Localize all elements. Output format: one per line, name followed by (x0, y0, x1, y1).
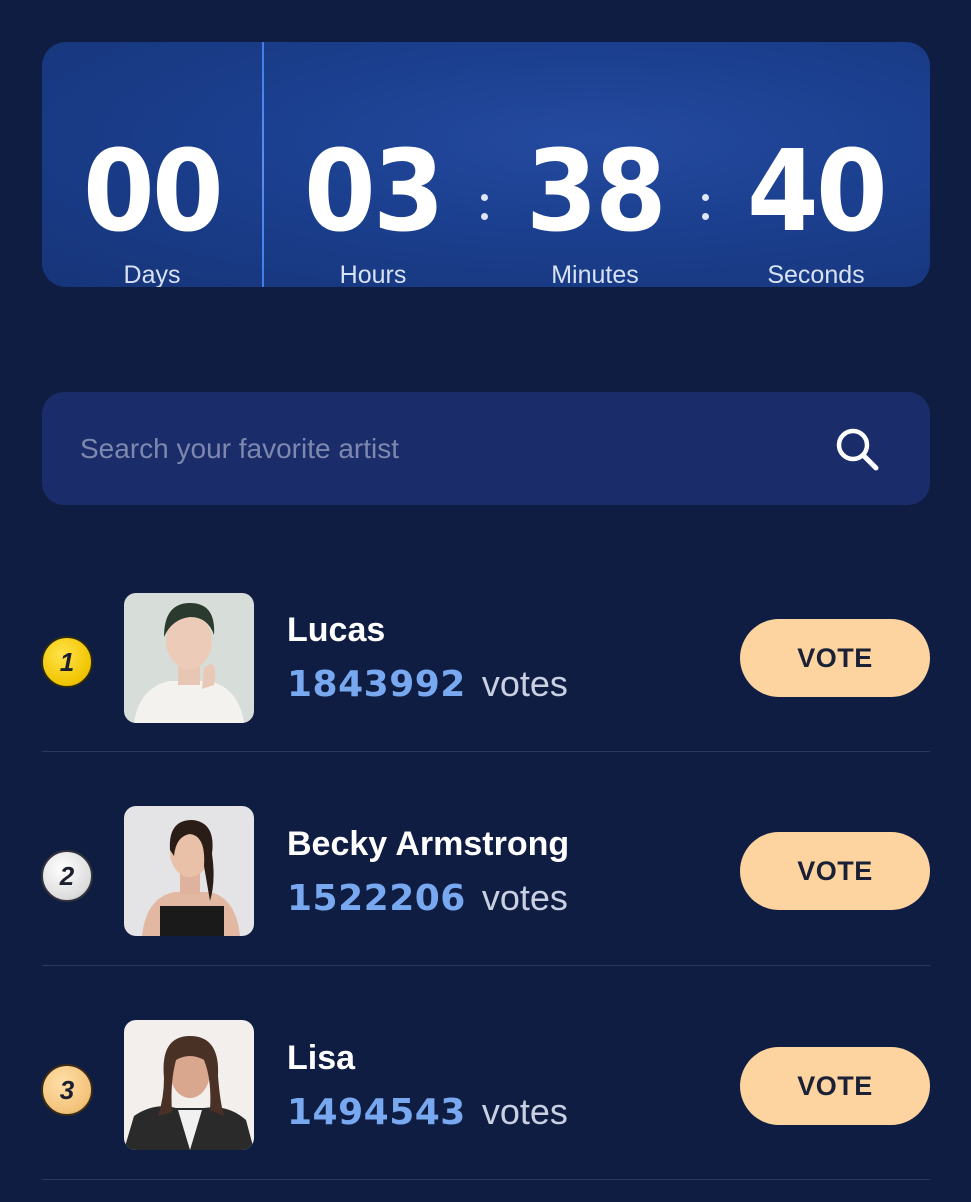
votes-line: 1522206 votes (287, 876, 568, 928)
search-input[interactable] (78, 422, 802, 476)
row-divider (42, 965, 930, 966)
vote-count: 1522206 (287, 878, 466, 919)
search-icon[interactable] (830, 422, 882, 474)
artist-name: Lucas (287, 611, 386, 649)
hours-label: Hours (339, 261, 407, 287)
rank-badge: 1 (41, 636, 93, 688)
votes-label: votes (481, 1091, 568, 1132)
votes-label: votes (481, 877, 568, 918)
votes-label: votes (481, 663, 568, 704)
list-item: 1 Lucas 1843992 votes VOTE (0, 560, 971, 774)
row-divider (42, 751, 930, 752)
avatar (124, 806, 254, 936)
minutes-label: Minutes (551, 261, 639, 287)
days-label: Days (123, 261, 181, 287)
avatar (124, 593, 254, 723)
vote-button[interactable]: VOTE (740, 1047, 930, 1125)
votes-line: 1843992 votes (287, 662, 568, 714)
minutes-value: 38 (526, 127, 667, 257)
seconds-label: Seconds (767, 261, 865, 287)
vote-button[interactable]: VOTE (740, 832, 930, 910)
search-bar (42, 392, 930, 505)
countdown-divider (262, 42, 264, 287)
days-value: 00 (83, 127, 224, 257)
vote-button[interactable]: VOTE (740, 619, 930, 697)
artist-name: Becky Armstrong (287, 825, 570, 863)
row-divider (42, 1179, 930, 1180)
vote-count: 1494543 (287, 1092, 466, 1133)
list-item: 2 Becky Armstrong 1522206 votes VOTE (0, 774, 971, 988)
seconds-value: 40 (747, 127, 888, 257)
time-separator (699, 190, 711, 224)
votes-line: 1494543 votes (287, 1090, 568, 1142)
list-item: 3 Lisa 1494543 votes VOTE (0, 988, 971, 1202)
hours-value: 03 (304, 127, 445, 257)
rank-badge: 2 (41, 850, 93, 902)
avatar (124, 1020, 254, 1150)
vote-count: 1843992 (287, 664, 466, 705)
time-separator (478, 190, 490, 224)
artist-name: Lisa (287, 1039, 356, 1077)
countdown-panel: 00 Days 03 Hours 38 Minutes 40 Seconds (42, 42, 930, 287)
rank-badge: 3 (41, 1064, 93, 1116)
